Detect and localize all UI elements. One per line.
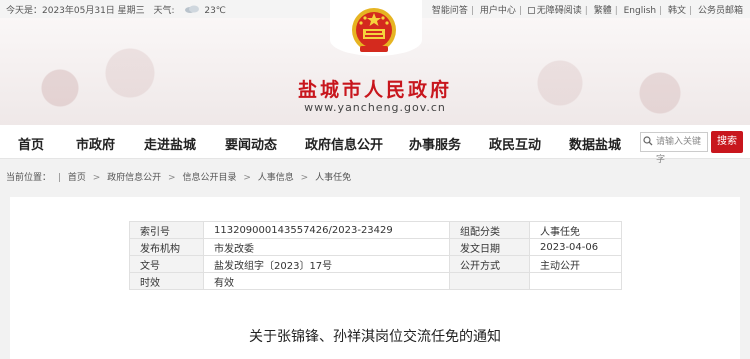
meta-key: 发布机构	[129, 238, 204, 256]
table-row: 发布机构 市发改委 发文日期 2023-04-06	[129, 238, 622, 256]
nav-city-government[interactable]: 市政府	[76, 134, 115, 153]
meta-value: 盐发改组字〔2023〕17号	[203, 255, 450, 273]
current-date: 今天是：2023年05月31日 星期三	[6, 6, 145, 16]
meta-key: 组配分类	[449, 221, 530, 239]
meta-value: 2023-04-06	[529, 238, 622, 256]
site-url: www.yancheng.gov.cn	[304, 101, 446, 114]
nav-home[interactable]: 首页	[18, 134, 44, 153]
nav-data[interactable]: 数据盐城	[569, 134, 621, 153]
link-staff-mail[interactable]: 公务员邮箱	[695, 6, 746, 16]
breadcrumb-info-catalog[interactable]: 信息公开目录	[182, 173, 236, 183]
meta-key: 文号	[129, 255, 204, 273]
search-icon	[643, 136, 653, 146]
nav-interaction[interactable]: 政民互动	[489, 134, 541, 153]
meta-value: 市发改委	[203, 238, 450, 256]
meta-value: 主动公开	[529, 255, 622, 273]
meta-value: 113209000143557426/2023-23429	[203, 221, 450, 239]
breadcrumb-appointments[interactable]: 人事任免	[315, 173, 351, 183]
nav-gov-info[interactable]: 政府信息公开	[305, 134, 383, 153]
meta-key	[449, 272, 530, 290]
meta-key: 发文日期	[449, 238, 530, 256]
nav-services[interactable]: 办事服务	[409, 134, 461, 153]
document-title: 关于张锦锋、孙祥淇岗位交流任免的通知	[249, 329, 501, 345]
nav-news[interactable]: 要闻动态	[225, 134, 277, 153]
link-user-center[interactable]: 用户中心	[477, 6, 519, 16]
table-row: 文号 盐发改组字〔2023〕17号 公开方式 主动公开	[129, 255, 622, 273]
link-english[interactable]: English	[621, 6, 660, 16]
document-meta-table: 索引号 113209000143557426/2023-23429 组配分类 人…	[129, 221, 622, 290]
meta-key: 索引号	[129, 221, 204, 239]
nav-about-yancheng[interactable]: 走进盐城	[144, 134, 196, 153]
main-nav: 首页 市政府 走进盐城 要闻动态 政府信息公开 办事服务 政民互动 数据盐城	[0, 125, 750, 159]
meta-key: 时效	[129, 272, 204, 290]
meta-value	[529, 272, 622, 290]
link-smart-qa[interactable]: 智能问答	[429, 6, 471, 16]
link-accessibility[interactable]: 无障碍阅读	[525, 6, 585, 16]
table-row: 索引号 113209000143557426/2023-23429 组配分类 人…	[129, 221, 622, 239]
breadcrumb-gov-info[interactable]: 政府信息公开	[107, 173, 161, 183]
breadcrumb-personnel-info[interactable]: 人事信息	[258, 173, 294, 183]
weather-label: 天气:	[153, 6, 175, 16]
search-button[interactable]: 搜索	[711, 131, 743, 153]
link-korean[interactable]: 韩文	[665, 6, 689, 16]
meta-key: 公开方式	[449, 255, 530, 273]
meta-value: 人事任免	[529, 221, 622, 239]
national-emblem-icon	[352, 8, 396, 52]
temperature: 23℃	[204, 6, 226, 16]
breadcrumb: 当前位置： | 首页 > 政府信息公开 > 信息公开目录 > 人事信息 > 人事…	[6, 173, 352, 183]
link-traditional[interactable]: 繁體	[591, 6, 615, 16]
utility-links: 智能问答 | 用户中心 | 无障碍阅读 | 繁體 | English | 韩文 | 公务员邮…	[429, 3, 746, 16]
cloudy-icon	[185, 5, 200, 13]
accessibility-icon	[527, 7, 535, 14]
table-row: 时效 有效	[129, 272, 622, 290]
breadcrumb-label: 当前位置：	[6, 173, 52, 183]
meta-value: 有效	[203, 272, 450, 290]
breadcrumb-home[interactable]: 首页	[68, 173, 86, 183]
site-title[interactable]: 盐城市人民政府	[270, 75, 480, 102]
